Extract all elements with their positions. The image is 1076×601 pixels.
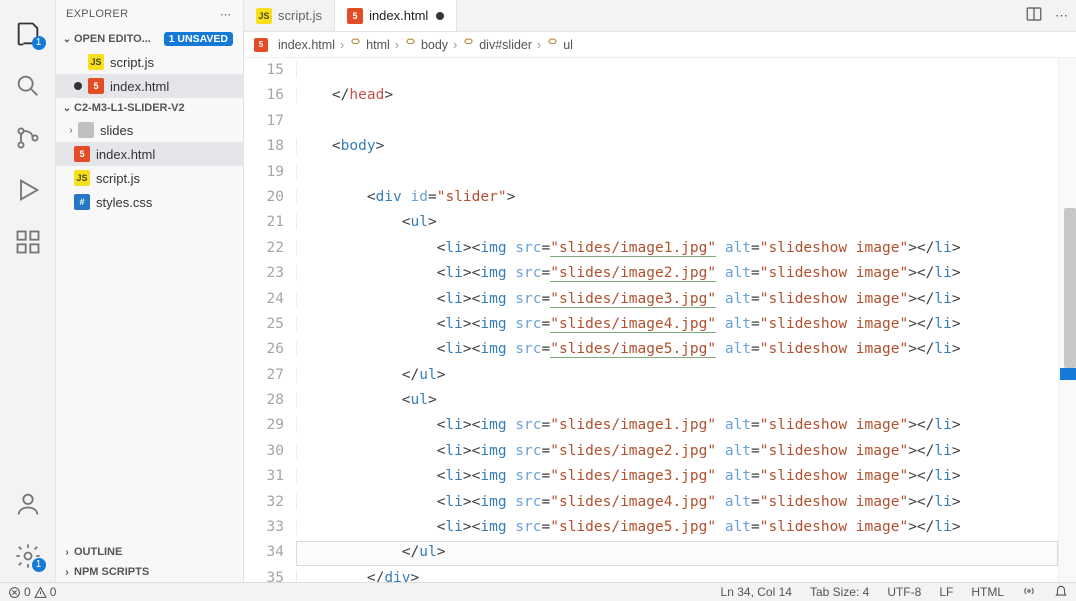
section-open-editors[interactable]: ⌄ OPEN EDITO... 1 UNSAVED bbox=[56, 28, 243, 50]
chevron-right-icon: › bbox=[451, 38, 459, 52]
project-label: C2-M3-L1-SLIDER-V2 bbox=[74, 102, 185, 114]
section-project[interactable]: ⌄ C2-M3-L1-SLIDER-V2 bbox=[56, 98, 243, 118]
chevron-down-icon: ⌄ bbox=[62, 34, 72, 45]
breadcrumb-item[interactable]: body bbox=[404, 37, 448, 53]
js-file-icon: JS bbox=[74, 170, 90, 186]
chevron-right-icon: › bbox=[338, 38, 346, 52]
file-label: index.html bbox=[96, 147, 155, 162]
breadcrumb-label: html bbox=[366, 38, 390, 52]
tab-label: index.html bbox=[369, 8, 428, 23]
line-numbers: 1516171819202122232425262728293031323334… bbox=[244, 58, 296, 582]
file-label: index.html bbox=[110, 79, 169, 94]
editor-more-icon[interactable]: ⋯ bbox=[1055, 8, 1068, 24]
symbol-icon bbox=[404, 37, 417, 53]
open-editors-label: OPEN EDITO... bbox=[74, 33, 151, 45]
chevron-right-icon: › bbox=[62, 567, 72, 578]
run-debug-icon[interactable] bbox=[14, 176, 42, 204]
breadcrumb-label: body bbox=[421, 38, 448, 52]
broadcast-icon[interactable] bbox=[1022, 584, 1036, 601]
status-segment[interactable]: HTML bbox=[971, 585, 1004, 599]
breadcrumb-item[interactable]: div#slider bbox=[462, 37, 532, 53]
modified-dot-icon bbox=[74, 82, 82, 90]
sidebar-title: EXPLORER ⋯ bbox=[56, 0, 243, 28]
activity-bar: 1 1 bbox=[0, 0, 56, 582]
sidebar-title-text: EXPLORER bbox=[66, 8, 128, 20]
html-file-icon: 5 bbox=[88, 78, 104, 94]
chevron-right-icon: › bbox=[62, 547, 72, 558]
code-content[interactable]: </head> <body> <div id="slider"> <ul> <l… bbox=[296, 58, 1058, 582]
minimap-thumb[interactable] bbox=[1064, 208, 1076, 368]
status-segment[interactable]: LF bbox=[939, 585, 953, 599]
tree-item[interactable]: › slides bbox=[56, 118, 243, 142]
tree-item[interactable]: 5 index.html bbox=[56, 142, 243, 166]
section-npm-scripts[interactable]: › NPM SCRIPTS bbox=[56, 562, 243, 582]
status-bar: 0 0 Ln 34, Col 14 Tab Size: 4 UTF-8 LF HTML bbox=[0, 582, 1076, 601]
settings-gear-icon[interactable]: 1 bbox=[14, 542, 42, 570]
explorer-sidebar: EXPLORER ⋯ ⌄ OPEN EDITO... 1 UNSAVED JS s… bbox=[56, 0, 244, 582]
open-editor-item[interactable]: JS script.js bbox=[56, 50, 243, 74]
bell-icon[interactable] bbox=[1054, 584, 1068, 601]
chevron-right-icon: › bbox=[535, 38, 543, 52]
npm-label: NPM SCRIPTS bbox=[74, 566, 149, 578]
chevron-right-icon: › bbox=[66, 125, 76, 136]
html-file-icon: 5 bbox=[74, 146, 90, 162]
outline-label: OUTLINE bbox=[74, 546, 122, 558]
js-file-icon: JS bbox=[256, 8, 272, 24]
explorer-icon[interactable]: 1 bbox=[14, 20, 42, 48]
editor-tabs: JS script.js 5 index.html ⋯ bbox=[244, 0, 1076, 32]
section-outline[interactable]: › OUTLINE bbox=[56, 542, 243, 562]
file-label: slides bbox=[100, 123, 133, 138]
tree-item[interactable]: JS script.js bbox=[56, 166, 243, 190]
editor-group: JSscript.js5index.html ⋯ 5index.html›htm… bbox=[244, 0, 1076, 582]
folder-file-icon bbox=[78, 122, 94, 138]
account-icon[interactable] bbox=[14, 490, 42, 518]
extensions-icon[interactable] bbox=[14, 228, 42, 256]
search-icon[interactable] bbox=[14, 72, 42, 100]
file-label: script.js bbox=[110, 55, 154, 70]
css-file-icon: # bbox=[74, 194, 90, 210]
tree-item[interactable]: # styles.css bbox=[56, 190, 243, 214]
chevron-right-icon: › bbox=[393, 38, 401, 52]
status-segment[interactable]: Ln 34, Col 14 bbox=[721, 585, 792, 599]
js-file-icon: JS bbox=[88, 54, 104, 70]
open-editor-item[interactable]: 5 index.html bbox=[56, 74, 243, 98]
warning-count: 0 bbox=[50, 585, 57, 599]
status-segment[interactable]: Tab Size: 4 bbox=[810, 585, 869, 599]
status-problems[interactable]: 0 0 bbox=[8, 585, 56, 599]
tab-label: script.js bbox=[278, 8, 322, 23]
modified-dot-icon bbox=[436, 12, 444, 20]
source-control-icon[interactable] bbox=[14, 124, 42, 152]
symbol-icon bbox=[546, 37, 559, 53]
chevron-down-icon: ⌄ bbox=[62, 103, 72, 114]
breadcrumb-item[interactable]: html bbox=[349, 37, 390, 53]
workbench: 1 1 EXPLORER ⋯ ⌄ OPEN EDITO... 1 UNSAVED… bbox=[0, 0, 1076, 582]
html-file-icon: 5 bbox=[254, 38, 268, 52]
explorer-badge: 1 bbox=[32, 36, 46, 50]
breadcrumb-label: ul bbox=[563, 38, 573, 52]
split-editor-icon[interactable] bbox=[1025, 5, 1043, 26]
breadcrumb-label: index.html bbox=[278, 38, 335, 52]
symbol-icon bbox=[462, 37, 475, 53]
error-count: 0 bbox=[24, 585, 31, 599]
unsaved-badge: 1 UNSAVED bbox=[164, 32, 233, 46]
breadcrumb-item[interactable]: ul bbox=[546, 37, 573, 53]
editor-tab[interactable]: 5 index.html bbox=[335, 0, 457, 31]
html-file-icon: 5 bbox=[347, 8, 363, 24]
status-segment[interactable]: UTF-8 bbox=[887, 585, 921, 599]
file-label: script.js bbox=[96, 171, 140, 186]
settings-badge: 1 bbox=[32, 558, 46, 572]
breadcrumb-label: div#slider bbox=[479, 38, 532, 52]
breadcrumb-item[interactable]: 5 index.html bbox=[254, 38, 335, 52]
breadcrumbs[interactable]: 5index.html›html›body›div#slider›ul bbox=[244, 32, 1076, 58]
symbol-icon bbox=[349, 37, 362, 53]
sidebar-more-icon[interactable]: ⋯ bbox=[220, 8, 233, 21]
editor-tab[interactable]: JS script.js bbox=[244, 0, 335, 31]
file-label: styles.css bbox=[96, 195, 152, 210]
minimap-marker bbox=[1060, 368, 1076, 380]
code-editor[interactable]: 1516171819202122232425262728293031323334… bbox=[244, 58, 1076, 582]
minimap[interactable] bbox=[1058, 58, 1076, 582]
